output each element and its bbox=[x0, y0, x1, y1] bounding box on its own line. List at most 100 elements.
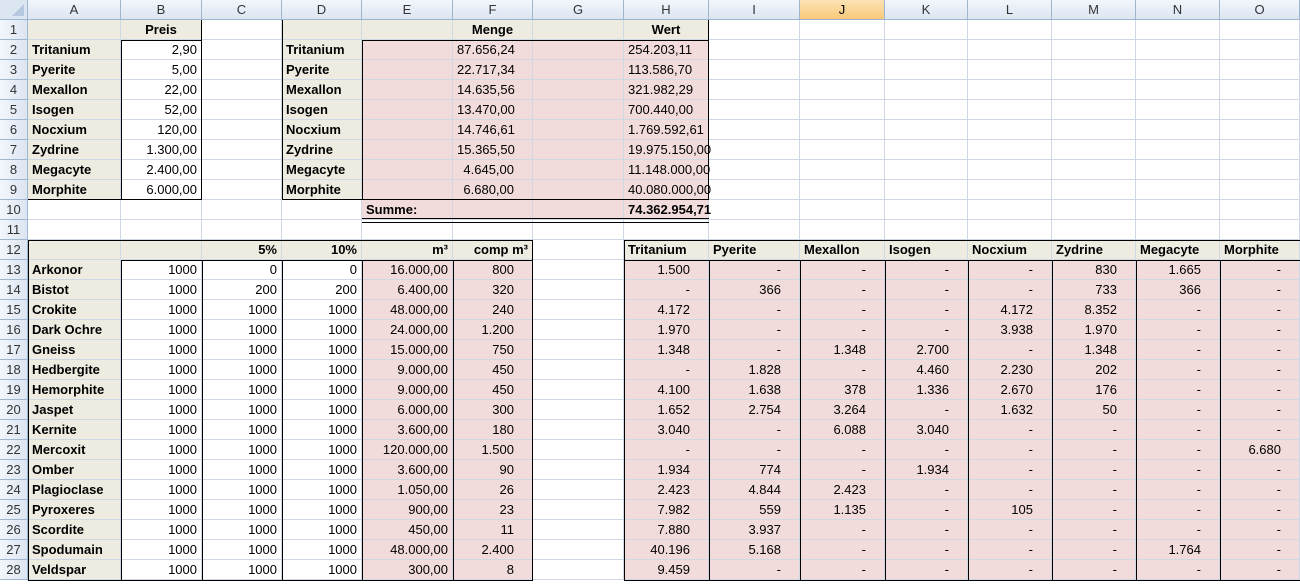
cell[interactable] bbox=[1136, 20, 1220, 40]
refine-value[interactable]: - bbox=[1052, 540, 1136, 560]
row-header-27[interactable]: 27 bbox=[0, 540, 28, 560]
cell[interactable] bbox=[362, 100, 453, 120]
cell[interactable] bbox=[362, 120, 453, 140]
ore-c-value[interactable]: 1000 bbox=[202, 300, 282, 320]
price-value[interactable]: 1.300,00 bbox=[121, 140, 202, 160]
refine-value[interactable]: - bbox=[709, 260, 800, 280]
row-header-21[interactable]: 21 bbox=[0, 420, 28, 440]
cell[interactable] bbox=[533, 80, 624, 100]
cell[interactable] bbox=[709, 140, 800, 160]
ore-e-value[interactable]: 1.050,00 bbox=[362, 480, 453, 500]
ore-name[interactable]: Mercoxit bbox=[28, 440, 121, 460]
refine-value[interactable]: - bbox=[1136, 300, 1220, 320]
header-m3[interactable]: m³ bbox=[362, 240, 453, 260]
cell[interactable] bbox=[800, 200, 885, 220]
cell[interactable] bbox=[800, 220, 885, 240]
wert-value[interactable]: 11.148.000,00 bbox=[624, 160, 710, 180]
refine-value[interactable]: 1.632 bbox=[968, 400, 1052, 420]
refine-value[interactable]: - bbox=[800, 440, 885, 460]
cell[interactable] bbox=[800, 20, 885, 40]
cell[interactable] bbox=[28, 240, 121, 260]
refine-value[interactable]: - bbox=[800, 540, 885, 560]
cell[interactable] bbox=[28, 200, 121, 220]
ore-e-value[interactable]: 48.000,00 bbox=[362, 300, 453, 320]
refine-header[interactable]: Pyerite bbox=[709, 240, 800, 260]
cell[interactable] bbox=[1220, 220, 1300, 240]
refine-value[interactable]: 4.100 bbox=[624, 380, 709, 400]
ore-d-value[interactable]: 1000 bbox=[282, 380, 362, 400]
refine-value[interactable]: 4.172 bbox=[968, 300, 1052, 320]
cell[interactable] bbox=[533, 460, 624, 480]
cell[interactable] bbox=[1052, 20, 1136, 40]
cell[interactable] bbox=[202, 60, 282, 80]
cell[interactable] bbox=[968, 100, 1052, 120]
ore-c-value[interactable]: 200 bbox=[202, 280, 282, 300]
cell[interactable] bbox=[533, 160, 624, 180]
refine-value[interactable]: 1.665 bbox=[1136, 260, 1220, 280]
price-value[interactable]: 2.400,00 bbox=[121, 160, 202, 180]
cell[interactable] bbox=[885, 20, 968, 40]
cell[interactable] bbox=[202, 80, 282, 100]
ore-name[interactable]: Hedbergite bbox=[28, 360, 121, 380]
cell[interactable] bbox=[202, 120, 282, 140]
refine-value[interactable]: 4.172 bbox=[624, 300, 709, 320]
ore-f-value[interactable]: 1.500 bbox=[453, 440, 533, 460]
wert-value[interactable]: 1.769.592,61 bbox=[624, 120, 709, 140]
sum-label[interactable]: Summe: bbox=[362, 200, 453, 220]
header-10pct[interactable]: 10% bbox=[282, 240, 362, 260]
cell[interactable] bbox=[800, 160, 885, 180]
refine-value[interactable]: 105 bbox=[968, 500, 1052, 520]
cell[interactable] bbox=[202, 40, 282, 60]
refine-value[interactable]: - bbox=[709, 420, 800, 440]
refine-value[interactable]: 3.264 bbox=[800, 400, 885, 420]
menge-value[interactable]: 87.656,24 bbox=[453, 40, 533, 60]
ore-c-value[interactable]: 1000 bbox=[202, 420, 282, 440]
refine-value[interactable]: - bbox=[1136, 560, 1220, 580]
material-name[interactable]: Morphite bbox=[282, 180, 362, 200]
cell[interactable] bbox=[533, 480, 624, 500]
cell[interactable] bbox=[533, 380, 624, 400]
refine-value[interactable]: - bbox=[1220, 480, 1300, 500]
refine-value[interactable]: - bbox=[1136, 460, 1220, 480]
menge-value[interactable]: 14.635,56 bbox=[453, 80, 533, 100]
refine-value[interactable]: - bbox=[709, 320, 800, 340]
cell[interactable] bbox=[533, 560, 624, 580]
ore-c-value[interactable]: 1000 bbox=[202, 320, 282, 340]
ore-e-value[interactable]: 9.000,00 bbox=[362, 380, 453, 400]
refine-header[interactable]: Isogen bbox=[885, 240, 968, 260]
row-header-25[interactable]: 25 bbox=[0, 500, 28, 520]
refine-value[interactable]: - bbox=[1136, 440, 1220, 460]
cell[interactable] bbox=[968, 60, 1052, 80]
refine-value[interactable]: 4.844 bbox=[709, 480, 800, 500]
cell[interactable] bbox=[533, 500, 624, 520]
cell[interactable] bbox=[533, 360, 624, 380]
cell[interactable] bbox=[282, 200, 362, 220]
row-header-2[interactable]: 2 bbox=[0, 40, 28, 60]
refine-value[interactable]: - bbox=[709, 440, 800, 460]
refine-value[interactable]: 176 bbox=[1052, 380, 1136, 400]
cell[interactable] bbox=[1136, 160, 1220, 180]
cell[interactable] bbox=[1052, 160, 1136, 180]
cell[interactable] bbox=[1052, 40, 1136, 60]
refine-value[interactable]: 3.938 bbox=[968, 320, 1052, 340]
ore-name[interactable]: Pyroxeres bbox=[28, 500, 121, 520]
ore-d-value[interactable]: 0 bbox=[282, 260, 362, 280]
refine-value[interactable]: 1.336 bbox=[885, 380, 968, 400]
refine-value[interactable]: - bbox=[968, 520, 1052, 540]
refine-value[interactable]: - bbox=[1220, 520, 1300, 540]
cell[interactable] bbox=[885, 40, 968, 60]
cell[interactable] bbox=[1052, 80, 1136, 100]
ore-b-value[interactable]: 1000 bbox=[121, 400, 202, 420]
ore-e-value[interactable]: 9.000,00 bbox=[362, 360, 453, 380]
ore-b-value[interactable]: 1000 bbox=[121, 480, 202, 500]
refine-value[interactable]: - bbox=[709, 560, 800, 580]
ore-c-value[interactable]: 1000 bbox=[202, 380, 282, 400]
refine-header[interactable]: Tritanium bbox=[624, 240, 709, 260]
column-header-H[interactable]: H bbox=[624, 0, 709, 20]
refine-value[interactable]: - bbox=[885, 560, 968, 580]
cell[interactable] bbox=[968, 80, 1052, 100]
cell[interactable] bbox=[800, 120, 885, 140]
ore-b-value[interactable]: 1000 bbox=[121, 520, 202, 540]
cell[interactable] bbox=[533, 100, 624, 120]
cell[interactable] bbox=[885, 220, 968, 240]
